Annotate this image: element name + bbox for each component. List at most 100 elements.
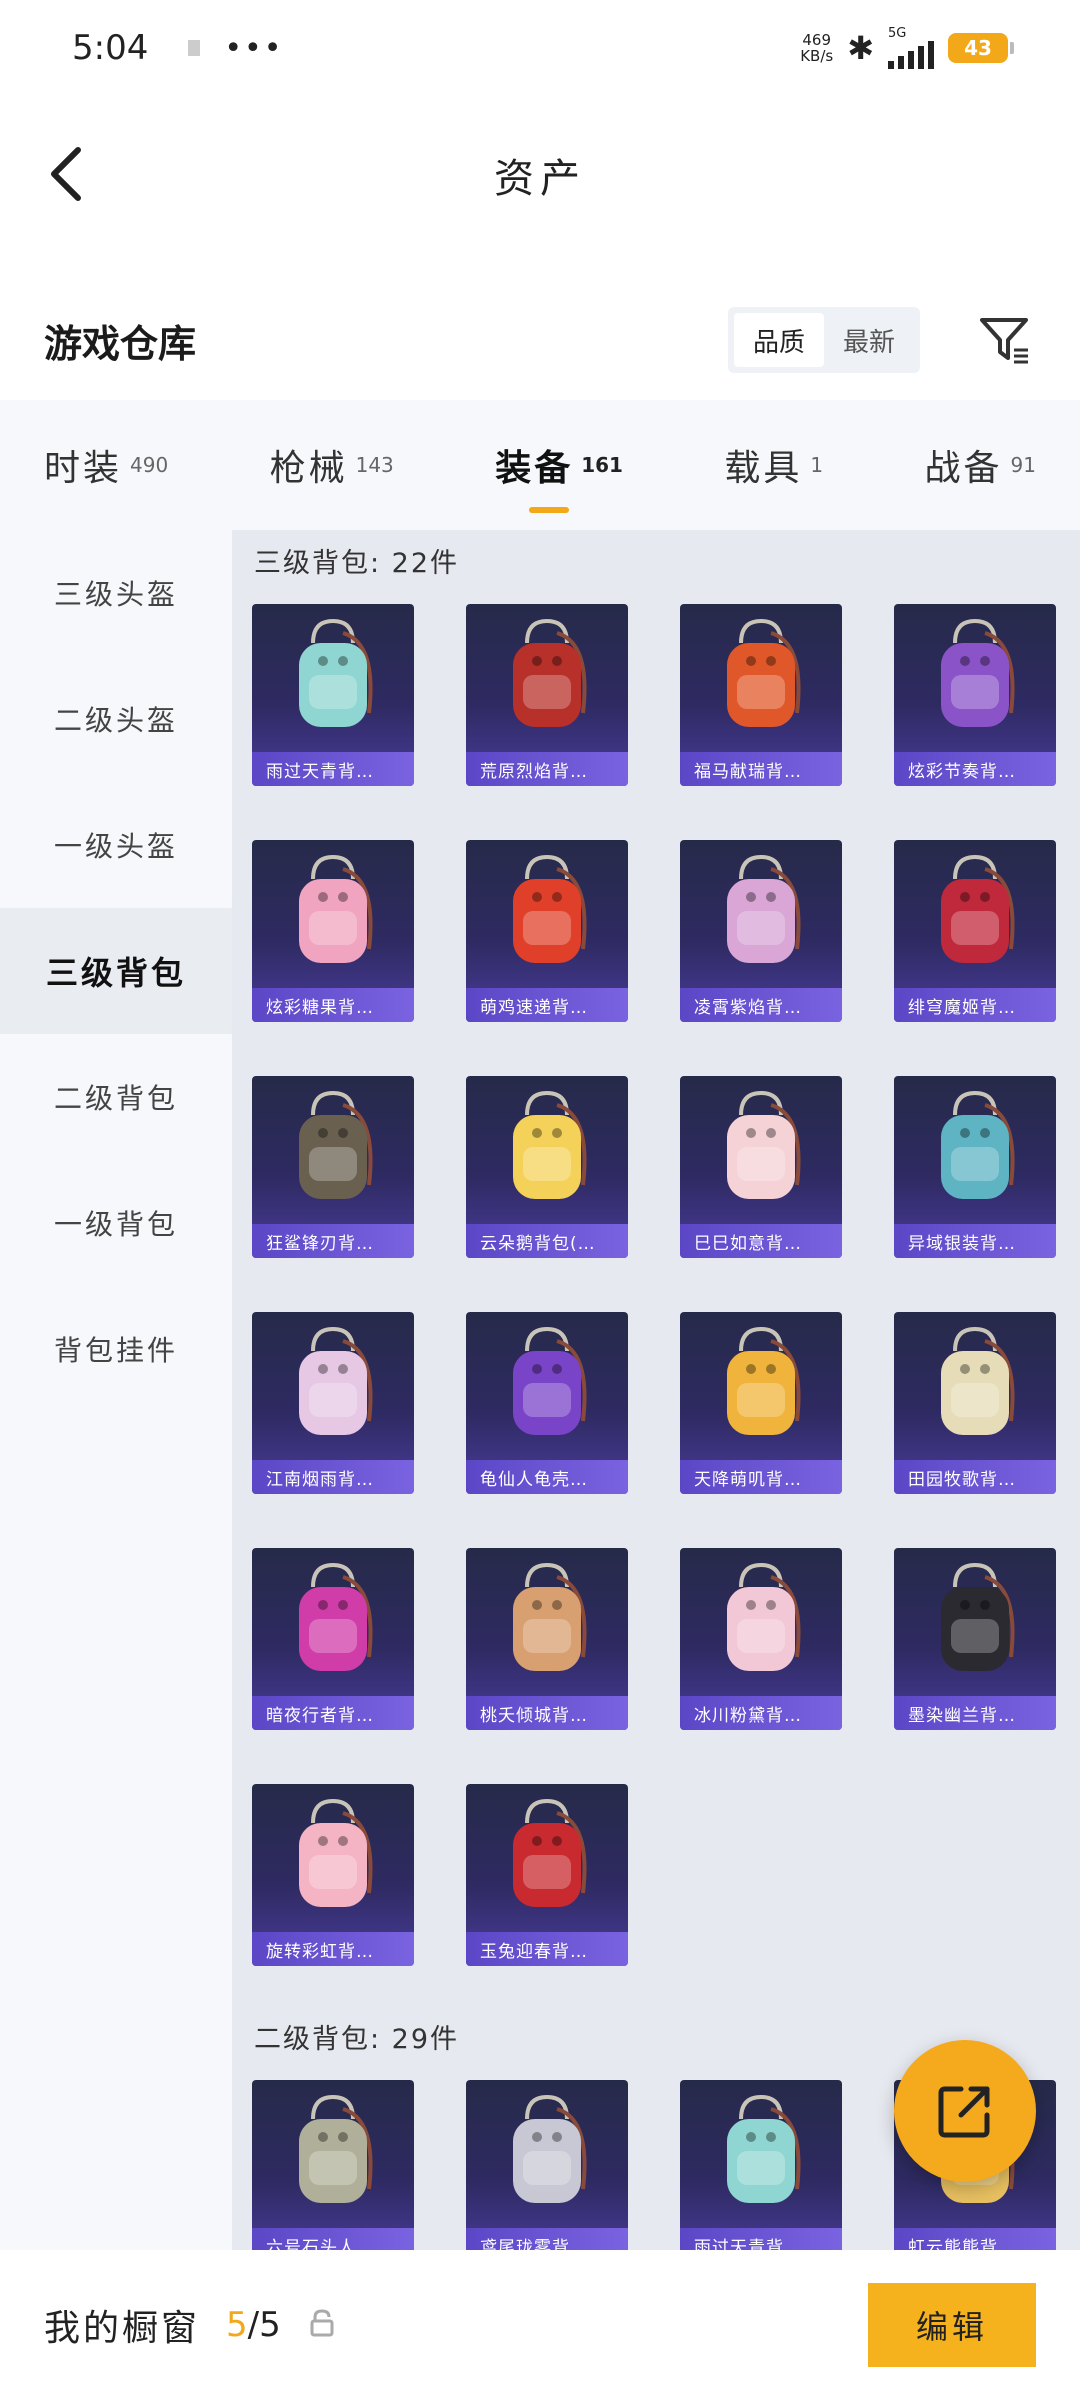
tab-equipment[interactable]: 装备 161 (475, 415, 643, 515)
edit-button[interactable]: 编辑 (868, 2283, 1036, 2367)
net-speed-unit: KB/s (800, 47, 834, 65)
item-name: 田园牧歌背… (894, 1460, 1056, 1494)
sidebar-item-backpack-lv1[interactable]: 一级背包 (0, 1160, 232, 1286)
section-backpack-lv3: 三级背包: 22件 雨过天青背… 荒原烈焰背… 福马献瑞背… 炫彩节奏背… 炫彩糖果背…… (232, 530, 1080, 1966)
item-card[interactable]: 冰川粉黛背… (680, 1548, 842, 1730)
backpack-icon (680, 1076, 842, 1224)
item-card[interactable]: 萌鸡速递背… (466, 840, 628, 1022)
item-card[interactable]: 玉兔迎春背… (466, 1784, 628, 1966)
net-speed-value: 469 (802, 31, 831, 49)
item-name: 冰川粉黛背… (680, 1696, 842, 1730)
item-card[interactable]: 田园牧歌背… (894, 1312, 1056, 1494)
backpack-icon (680, 1312, 842, 1460)
item-card[interactable]: 绯穹魔姬背… (894, 840, 1056, 1022)
tab-weapons[interactable]: 枪械 143 (250, 415, 414, 515)
item-card[interactable]: 暗夜行者背… (252, 1548, 414, 1730)
backpack-icon (894, 1076, 1056, 1224)
item-card[interactable]: 荒原烈焰背… (466, 604, 628, 786)
subcategory-sidebar: 三级头盔 二级头盔 一级头盔 三级背包 二级背包 一级背包 背包挂件 (0, 530, 232, 2250)
share-fab-button[interactable] (894, 2040, 1036, 2182)
sidebar-item-helmet-lv1[interactable]: 一级头盔 (0, 782, 232, 908)
item-name: 荒原烈焰背… (466, 752, 628, 786)
item-card[interactable]: 桃夭倾城背… (466, 1548, 628, 1730)
item-card[interactable]: 龟仙人龟壳… (466, 1312, 628, 1494)
active-tab-indicator (529, 507, 570, 513)
sidebar-item-helmet-lv3[interactable]: 三级头盔 (0, 530, 232, 656)
back-arrow-icon (51, 147, 81, 201)
sidebar-item-backpack-lv2[interactable]: 二级背包 (0, 1034, 232, 1160)
category-tabs: 时装 490 枪械 143 装备 161 载具 1 战备 91 (0, 400, 1080, 530)
net-speed: 469 KB/s (800, 32, 833, 64)
lock-icon (309, 2308, 335, 2342)
item-name: 桃夭倾城背… (466, 1696, 628, 1730)
warehouse-bar: 游戏仓库 品质 最新 (0, 290, 1080, 390)
tab-supplies[interactable]: 战备 91 (904, 415, 1055, 515)
showcase-bar: 我的橱窗 5/5 编辑 (0, 2250, 1080, 2400)
item-name: 墨染幽兰背… (894, 1696, 1056, 1730)
tab-label: 战备 (924, 448, 1003, 489)
item-card[interactable]: 云朵鹅背包(… (466, 1076, 628, 1258)
item-name: 江南烟雨背… (252, 1460, 414, 1494)
tab-vehicles[interactable]: 载具 1 (704, 415, 843, 515)
item-card[interactable]: 狂鲨锋刃背… (252, 1076, 414, 1258)
sidebar-item-backpack-lv3[interactable]: 三级背包 (0, 908, 232, 1034)
showcase-count: 5/5 (226, 2305, 281, 2345)
item-name: 异域银装背… (894, 1224, 1056, 1258)
sidebar-item-helmet-lv2[interactable]: 二级头盔 (0, 656, 232, 782)
item-name: 天降萌叽背… (680, 1460, 842, 1494)
tab-label: 载具 (724, 448, 803, 489)
item-name: 虹云熊熊背… (894, 2228, 1056, 2250)
sort-quality-button[interactable]: 品质 (734, 313, 824, 367)
section-title: 三级背包: 22件 (254, 548, 460, 579)
item-grid-panel[interactable]: 三级背包: 22件 雨过天青背… 荒原烈焰背… 福马献瑞背… 炫彩节奏背… 炫彩糖果背…… (232, 530, 1080, 2250)
more-notifications-icon: ••• (224, 30, 284, 66)
item-card[interactable]: 鸢尾珑雾背… (466, 2080, 628, 2250)
item-card[interactable]: 异域银装背… (894, 1076, 1056, 1258)
item-card[interactable]: 炫彩糖果背… (252, 840, 414, 1022)
filter-button[interactable] (972, 308, 1036, 372)
backpack-icon (680, 604, 842, 752)
signal: 5G (888, 27, 934, 69)
back-button[interactable] (36, 144, 96, 204)
sidebar-item-backpack-pendant[interactable]: 背包挂件 (0, 1286, 232, 1412)
backpack-icon (466, 1548, 628, 1696)
tab-fashion[interactable]: 时装 490 (24, 415, 188, 515)
item-card[interactable]: 雨过天青背… (680, 2080, 842, 2250)
showcase-count-used: 5 (226, 2305, 248, 2345)
item-card[interactable]: 巳巳如意背… (680, 1076, 842, 1258)
item-card[interactable]: 炫彩节奏背… (894, 604, 1056, 786)
status-time: 5:04 (72, 28, 149, 68)
tab-count: 490 (130, 453, 169, 477)
item-card[interactable]: 旋转彩虹背… (252, 1784, 414, 1966)
backpack-icon (252, 1548, 414, 1696)
item-name: 雨过天青背… (252, 752, 414, 786)
item-name: 巳巳如意背… (680, 1224, 842, 1258)
item-name: 绯穹魔姬背… (894, 988, 1056, 1022)
item-card[interactable]: 凌霄紫焰背… (680, 840, 842, 1022)
backpack-icon (252, 1076, 414, 1224)
backpack-icon (466, 1076, 628, 1224)
item-card[interactable]: 天降萌叽背… (680, 1312, 842, 1494)
item-card[interactable]: 墨染幽兰背… (894, 1548, 1056, 1730)
item-card[interactable]: 江南烟雨背… (252, 1312, 414, 1494)
tab-count: 1 (810, 453, 824, 477)
external-link-icon (938, 2086, 990, 2138)
backpack-icon (466, 1784, 628, 1932)
item-card[interactable]: 福马献瑞背… (680, 604, 842, 786)
status-bar: 5:04 ••• 469 KB/s ✱ 5G 43 (0, 0, 1080, 96)
sort-newest-button[interactable]: 最新 (824, 313, 914, 367)
item-name: 六号石头人… (252, 2228, 414, 2250)
item-name: 狂鲨锋刃背… (252, 1224, 414, 1258)
tab-count: 161 (581, 453, 623, 477)
backpack-icon (466, 840, 628, 988)
network-type: 5G (888, 26, 907, 41)
backpack-icon (680, 1548, 842, 1696)
item-card[interactable]: 六号石头人… (252, 2080, 414, 2250)
item-name: 凌霄紫焰背… (680, 988, 842, 1022)
backpack-icon (466, 604, 628, 752)
item-name: 龟仙人龟壳… (466, 1460, 628, 1494)
battery-level: 43 (964, 36, 992, 60)
item-card[interactable]: 雨过天青背… (252, 604, 414, 786)
item-grid: 雨过天青背… 荒原烈焰背… 福马献瑞背… 炫彩节奏背… 炫彩糖果背… 萌鸡速递背… 凌霄紫焰… (232, 604, 1080, 1966)
tab-count: 143 (355, 453, 394, 477)
